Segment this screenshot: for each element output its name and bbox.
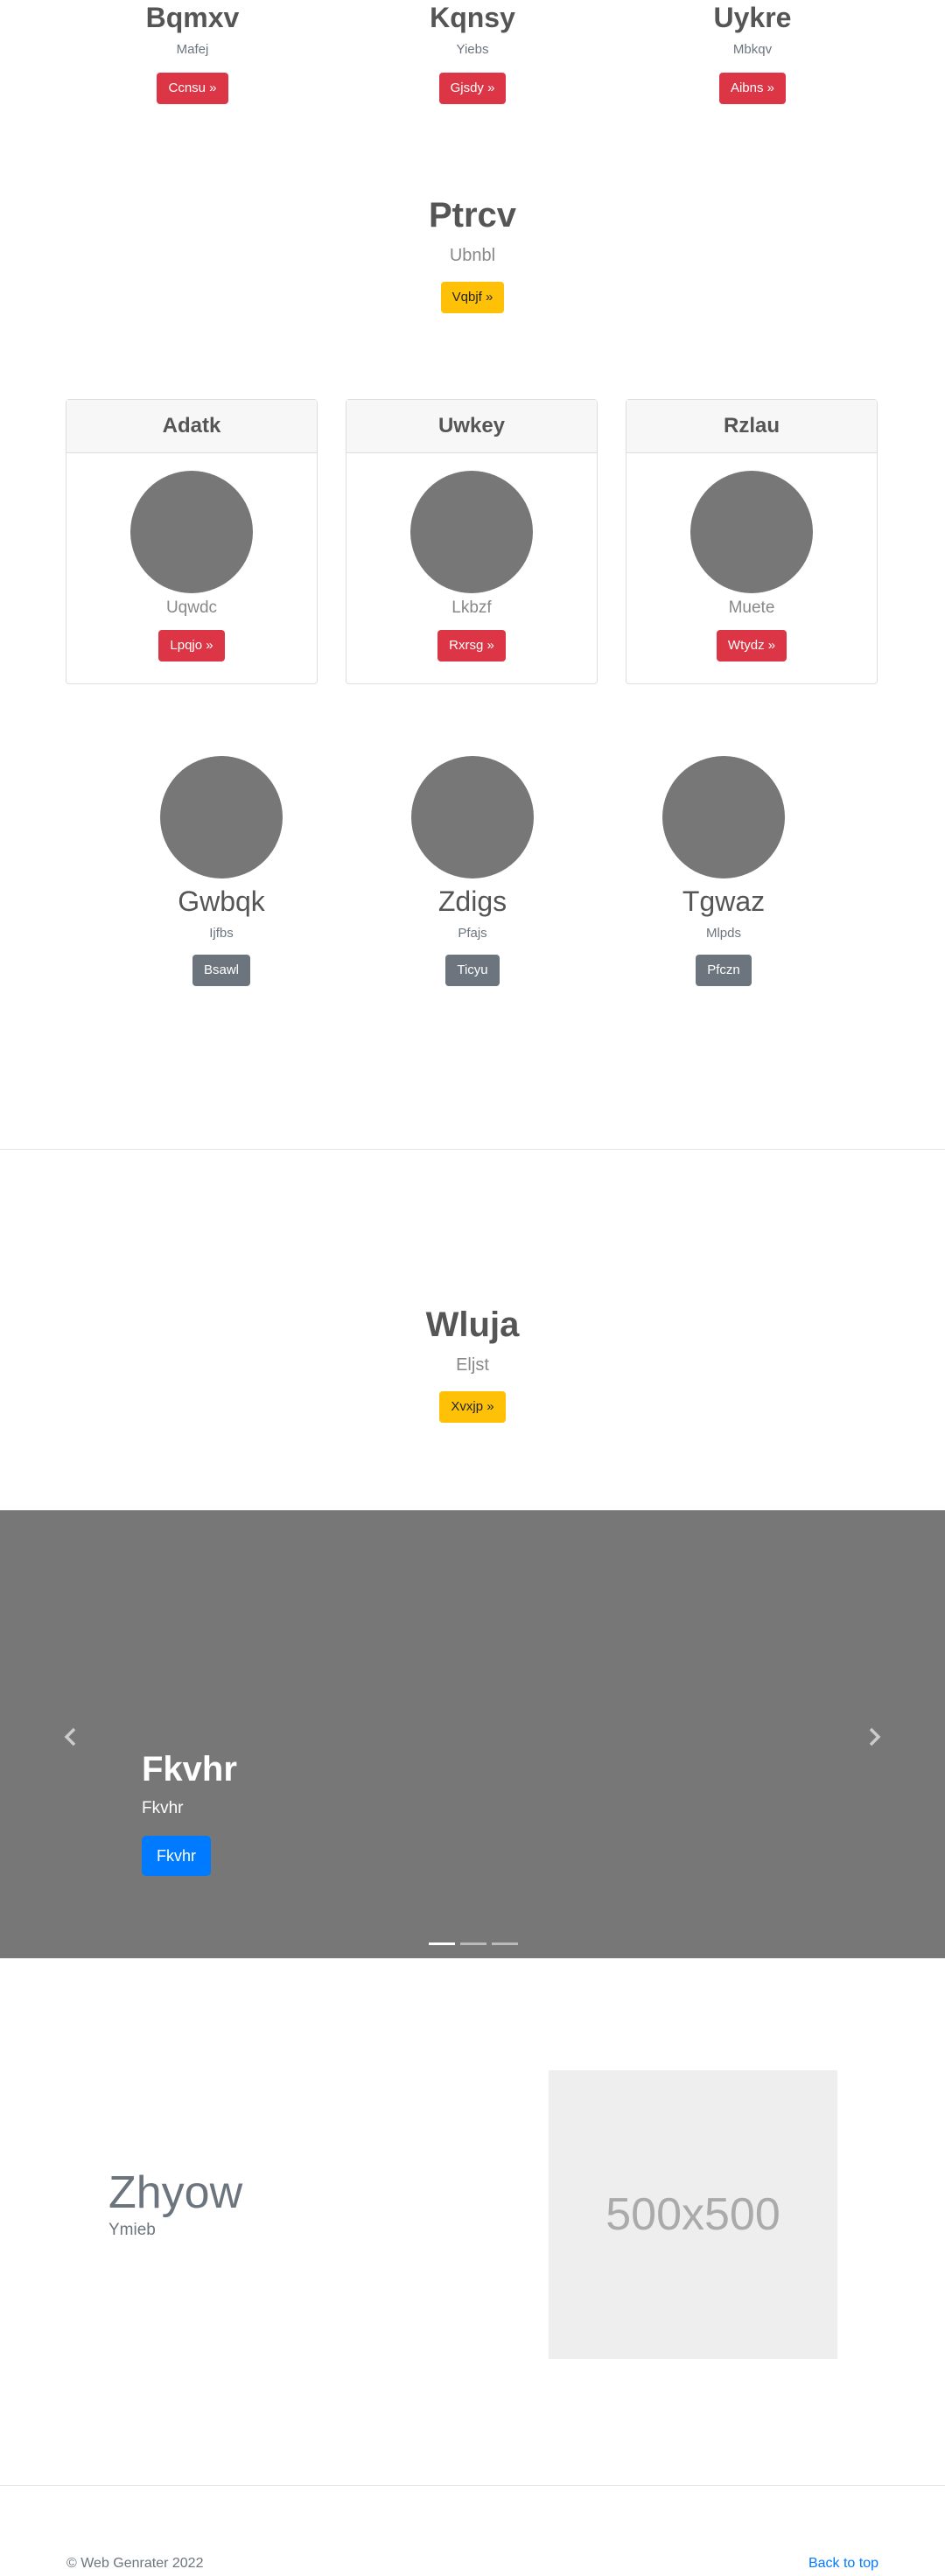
card-text: Uqwdc: [165, 598, 218, 617]
profile-name: Tgwaz: [682, 886, 766, 917]
carousel-indicator[interactable]: [460, 1942, 486, 1945]
profile-button[interactable]: Ticyu: [445, 955, 500, 986]
profile-button[interactable]: Bsawl: [192, 955, 250, 986]
profile-2: Zdigs Pfajs Ticyu: [368, 756, 578, 986]
card-title: Uwkey: [438, 414, 506, 438]
card-text: Muete: [728, 598, 775, 617]
card-body: Lkbzf Rxrsg »: [346, 453, 597, 662]
hero-subtitle: Eljst: [456, 1355, 489, 1375]
carousel-indicator[interactable]: [429, 1942, 455, 1945]
carousel-next-icon[interactable]: [861, 1724, 887, 1750]
carousel-prev-icon[interactable]: [58, 1724, 84, 1750]
card-title: Rzlau: [723, 414, 780, 438]
hero-button[interactable]: Xvxjp »: [439, 1391, 506, 1423]
card-button[interactable]: Lpqjo »: [158, 630, 225, 662]
card-header: Uwkey: [346, 400, 597, 453]
card-3: Rzlau Muete Wtydz »: [626, 399, 878, 684]
card-header: Adatk: [66, 400, 317, 453]
hero-button[interactable]: Vqbjf »: [440, 282, 505, 313]
carousel-button[interactable]: Fkvhr: [142, 1836, 211, 1876]
carousel-indicators: [426, 1934, 521, 1950]
feature-title: Zhyow: [108, 2167, 243, 2218]
footer-divider: [0, 2485, 945, 2486]
placeholder-label: 500x500: [606, 2189, 780, 2240]
hero-title: Ptrcv: [428, 196, 517, 234]
top-column-button[interactable]: Ccnsu »: [157, 73, 228, 104]
card-title: Adatk: [162, 414, 221, 438]
back-to-top-link[interactable]: Back to top: [808, 2556, 878, 2572]
top-column-subtitle: Mbkqv: [732, 42, 773, 57]
profile-1: Gwbqk Ijfbs Bsawl: [116, 756, 326, 986]
card-body: Uqwdc Lpqjo »: [66, 453, 317, 662]
hero-section-2: Wluja Eljst Xvxjp »: [0, 1303, 945, 1423]
carousel-caption: Fkvhr Fkvhr Fkvhr: [142, 1748, 237, 1876]
profile-avatar: [160, 756, 283, 878]
carousel-subtitle: Fkvhr: [142, 1799, 184, 1817]
profile-subtitle: Mlpds: [705, 926, 741, 941]
profile-button[interactable]: Pfczn: [696, 955, 752, 986]
top-column-button[interactable]: Gjsdy »: [438, 73, 507, 104]
profile-3: Tgwaz Mlpds Pfczn: [619, 756, 829, 986]
hero-section: Ptrcv Ubnbl Vqbjf »: [0, 193, 945, 313]
footer-copyright: © Web Genrater 2022: [66, 2556, 204, 2571]
card-image: [690, 471, 813, 593]
top-column-subtitle: Yiebs: [456, 42, 489, 57]
profile-name: Gwbqk: [178, 886, 265, 917]
carousel-indicator[interactable]: [492, 1942, 518, 1945]
card-button[interactable]: Rxrsg »: [438, 630, 506, 662]
profile-subtitle: Ijfbs: [209, 926, 234, 941]
top-column-title: Uykre: [713, 2, 792, 33]
top-column-2: Kqnsy Yiebs Gjsdy »: [376, 0, 569, 104]
carousel-title: Fkvhr: [142, 1750, 237, 1788]
profile-avatar: [662, 756, 785, 878]
card-image: [410, 471, 533, 593]
top-column-button[interactable]: Aibns »: [718, 73, 787, 104]
card-2: Uwkey Lkbzf Rxrsg »: [346, 399, 598, 684]
placeholder-image: 500x500: [549, 2070, 837, 2359]
card-text: Lkbzf: [452, 598, 492, 617]
card-header: Rzlau: [626, 400, 877, 453]
hero-subtitle: Ubnbl: [449, 246, 496, 265]
top-column-1: Bqmxv Mafej Ccnsu »: [96, 0, 289, 104]
carousel: Fkvhr Fkvhr Fkvhr: [0, 1510, 945, 1958]
top-column-subtitle: Mafej: [176, 42, 209, 57]
top-column-title: Kqnsy: [430, 2, 515, 33]
top-column-3: Uykre Mbkqv Aibns »: [656, 0, 849, 104]
profile-subtitle: Pfajs: [458, 926, 487, 941]
hero-title: Wluja: [425, 1306, 520, 1344]
card-image: [130, 471, 253, 593]
top-column-title: Bqmxv: [145, 2, 240, 33]
card-body: Muete Wtydz »: [626, 453, 877, 662]
card-button[interactable]: Wtydz »: [716, 630, 788, 662]
card-1: Adatk Uqwdc Lpqjo »: [66, 399, 318, 684]
profile-name: Zdigs: [438, 886, 508, 917]
section-divider: [0, 1149, 945, 1150]
feature-subtitle: Ymieb: [108, 2221, 156, 2239]
profile-avatar: [411, 756, 534, 878]
